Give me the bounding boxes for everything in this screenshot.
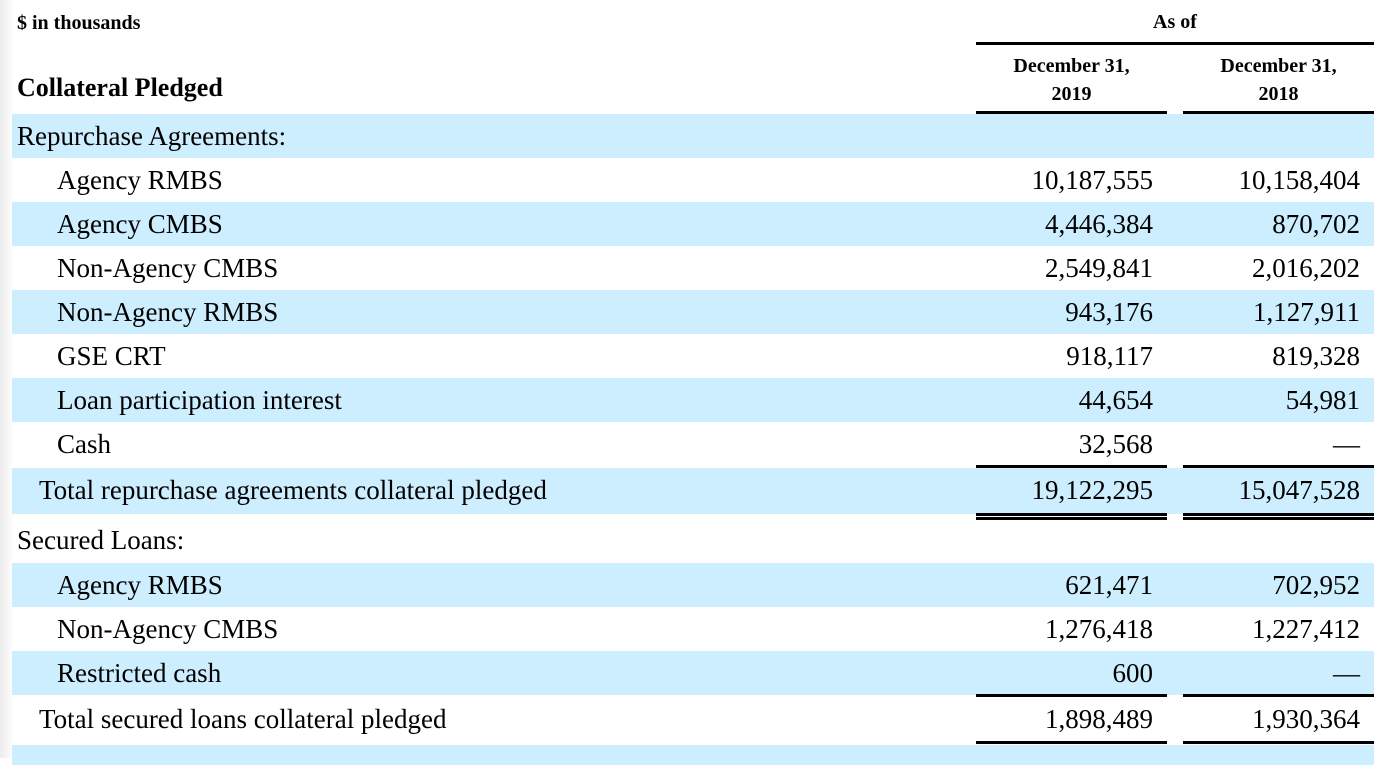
table-row-total: Total secured loans collateral pledged 1… xyxy=(12,697,1374,741)
table-row: Agency CMBS 4,446,384 870,702 xyxy=(12,202,1374,246)
table-row: Non-Agency CMBS 1,276,418 1,227,412 xyxy=(12,607,1374,651)
value-2018: — xyxy=(1333,429,1360,459)
row-label: Loan participation interest xyxy=(57,385,342,415)
row-label: Agency CMBS xyxy=(57,209,223,239)
column-header-2019-line2: 2019 xyxy=(1051,83,1092,105)
value-2019: 918,117 xyxy=(1066,341,1153,371)
value-2019: 943,176 xyxy=(1065,297,1153,327)
column-header-2019: December 31, 2019 xyxy=(976,52,1167,108)
row-label: Non-Agency CMBS xyxy=(57,614,279,644)
value-2019: 32,568 xyxy=(1078,429,1153,459)
value-2019: 19,122,295 xyxy=(1031,475,1154,505)
units-label: $ in thousands xyxy=(17,12,141,34)
value-2018: 54,981 xyxy=(1285,385,1360,415)
value-2018: 1,930,364 xyxy=(1252,704,1360,734)
value-2019: 10,187,555 xyxy=(1031,165,1154,195)
table-row: Non-Agency CMBS 2,549,841 2,016,202 xyxy=(12,246,1374,290)
value-2018: 1,127,911 xyxy=(1253,297,1360,327)
row-label: Total secured loans collateral pledged xyxy=(39,704,447,734)
row-label: Non-Agency RMBS xyxy=(57,297,279,327)
row-label: Restricted cash xyxy=(57,658,222,688)
row-label: Cash xyxy=(57,429,111,459)
table-row: GSE CRT 918,117 819,328 xyxy=(12,334,1374,378)
value-2018: 10,158,404 xyxy=(1238,165,1361,195)
value-2019: 44,654 xyxy=(1078,385,1153,415)
row-label: Agency RMBS xyxy=(57,165,223,195)
value-2019: 600 xyxy=(1112,658,1154,688)
row-label: Repurchase Agreements: xyxy=(17,121,287,151)
table-row-partial xyxy=(12,745,1374,765)
value-2018: 870,702 xyxy=(1272,209,1360,239)
as-of-header: As of xyxy=(1153,11,1197,33)
row-label: Secured Loans: xyxy=(17,525,185,555)
value-2018: 2,016,202 xyxy=(1252,253,1360,283)
row-label: GSE CRT xyxy=(57,341,166,371)
table-row: Restricted cash 600 — xyxy=(12,651,1374,695)
table-row-total: Total repurchase agreements collateral p… xyxy=(12,468,1374,514)
table-row: Agency RMBS 10,187,555 10,158,404 xyxy=(12,158,1374,202)
value-2019: 2,549,841 xyxy=(1045,253,1153,283)
as-of-rule xyxy=(976,42,1374,45)
column-header-2018-line2: 2018 xyxy=(1258,83,1299,105)
table-row: Cash 32,568 — xyxy=(12,422,1374,466)
value-2018: 819,328 xyxy=(1272,341,1360,371)
value-2019: 4,446,384 xyxy=(1045,209,1153,239)
row-label: Total repurchase agreements collateral p… xyxy=(39,475,547,505)
row-label: Agency RMBS xyxy=(57,570,223,600)
value-2019: 621,471 xyxy=(1065,570,1153,600)
value-2018: 15,047,528 xyxy=(1238,475,1361,505)
table-row: Agency RMBS 621,471 702,952 xyxy=(12,563,1374,607)
table-row: Non-Agency RMBS 943,176 1,127,911 xyxy=(12,290,1374,334)
column-header-2018-line1: December 31, xyxy=(1220,55,1337,77)
value-2019: 1,898,489 xyxy=(1045,704,1153,734)
value-2019: 1,276,418 xyxy=(1045,614,1153,644)
table-row: Loan participation interest 44,654 54,98… xyxy=(12,378,1374,422)
column-header-2019-line1: December 31, xyxy=(1013,55,1130,77)
table-row-subheader: Secured Loans: xyxy=(12,518,1374,562)
column-header-2018: December 31, 2018 xyxy=(1183,52,1374,108)
value-2018: 702,952 xyxy=(1272,570,1360,600)
row-label: Non-Agency CMBS xyxy=(57,253,279,283)
table-row-subheader: Repurchase Agreements: xyxy=(12,114,1374,158)
section-title: Collateral Pledged xyxy=(17,73,223,102)
value-2018: 1,227,412 xyxy=(1252,614,1360,644)
value-2018: — xyxy=(1333,658,1360,688)
